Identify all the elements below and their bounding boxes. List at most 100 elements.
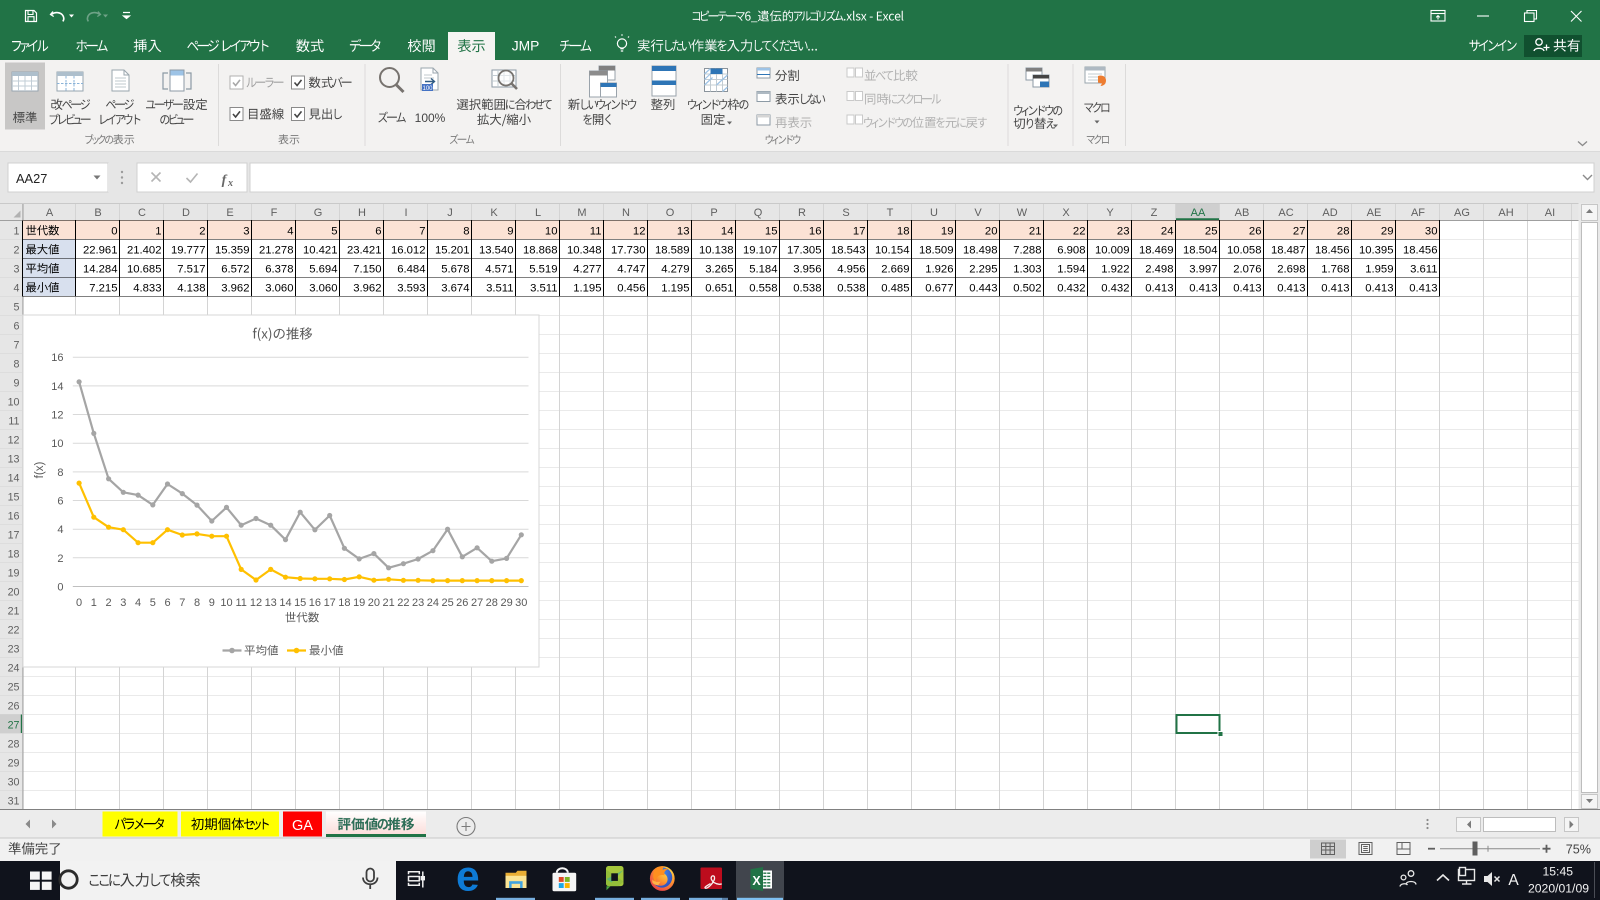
svg-text:V: V <box>974 207 982 219</box>
svg-text:22: 22 <box>1073 226 1086 238</box>
svg-text:1.195: 1.195 <box>661 283 689 295</box>
svg-text:0.538: 0.538 <box>837 283 865 295</box>
svg-text:A: A <box>1508 872 1519 889</box>
svg-text:24: 24 <box>1161 226 1174 238</box>
svg-text:3.060: 3.060 <box>309 283 337 295</box>
svg-text:14.284: 14.284 <box>83 264 118 276</box>
svg-text:G: G <box>314 207 323 219</box>
svg-text:0.558: 0.558 <box>749 283 777 295</box>
svg-text:K: K <box>490 207 498 219</box>
svg-text:0.677: 0.677 <box>925 283 953 295</box>
svg-text:12: 12 <box>250 597 262 609</box>
svg-text:15.201: 15.201 <box>435 245 470 257</box>
svg-text:29: 29 <box>1381 226 1394 238</box>
svg-text:7: 7 <box>419 226 425 238</box>
svg-text:23.421: 23.421 <box>347 245 382 257</box>
svg-text:16: 16 <box>51 352 63 364</box>
svg-text:3.511: 3.511 <box>530 283 557 295</box>
svg-text:1: 1 <box>14 225 20 237</box>
svg-text:N: N <box>622 207 630 219</box>
svg-text:D: D <box>182 207 190 219</box>
svg-text:25: 25 <box>1205 226 1218 238</box>
svg-text:19: 19 <box>353 597 365 609</box>
svg-text:0.413: 0.413 <box>1365 283 1393 295</box>
svg-text:17: 17 <box>324 597 336 609</box>
svg-text:21: 21 <box>382 597 394 609</box>
svg-text:21: 21 <box>8 605 20 617</box>
svg-text:Q: Q <box>754 207 763 219</box>
svg-text:x: x <box>227 178 233 189</box>
svg-text:28: 28 <box>486 597 498 609</box>
svg-text:21: 21 <box>1029 226 1042 238</box>
svg-text:0: 0 <box>57 582 63 594</box>
svg-text:13: 13 <box>8 453 20 465</box>
svg-text:2: 2 <box>106 597 112 609</box>
svg-text:2.669: 2.669 <box>881 264 909 276</box>
svg-text:27: 27 <box>1293 226 1306 238</box>
svg-text:4: 4 <box>14 282 20 294</box>
svg-text:10: 10 <box>51 438 63 450</box>
svg-text:4.833: 4.833 <box>133 283 161 295</box>
svg-text:X: X <box>752 874 761 888</box>
svg-text:2.698: 2.698 <box>1277 264 1305 276</box>
svg-text:4.571: 4.571 <box>485 264 513 276</box>
svg-text:0.485: 0.485 <box>881 283 909 295</box>
svg-text:W: W <box>1017 207 1028 219</box>
svg-text:AF: AF <box>1411 207 1425 219</box>
svg-text:B: B <box>94 207 101 219</box>
svg-text:0.538: 0.538 <box>793 283 821 295</box>
svg-text:AI: AI <box>1545 207 1555 219</box>
svg-text:18: 18 <box>338 597 350 609</box>
svg-text:L: L <box>535 207 541 219</box>
svg-text:8: 8 <box>57 467 63 479</box>
svg-text:2.295: 2.295 <box>969 264 997 276</box>
svg-text:F: F <box>271 207 278 219</box>
svg-text:U: U <box>930 207 938 219</box>
svg-text:J: J <box>447 207 453 219</box>
svg-text:7.288: 7.288 <box>1013 245 1041 257</box>
svg-text:7: 7 <box>14 339 20 351</box>
svg-text:8: 8 <box>463 226 469 238</box>
svg-text:26: 26 <box>8 700 20 712</box>
svg-text:7.150: 7.150 <box>353 264 381 276</box>
svg-text:18: 18 <box>8 548 20 560</box>
svg-text:5: 5 <box>14 301 20 313</box>
svg-text:6.484: 6.484 <box>397 264 425 276</box>
svg-text:1.926: 1.926 <box>925 264 953 276</box>
svg-text:5.678: 5.678 <box>441 264 469 276</box>
svg-text:10.154: 10.154 <box>875 245 910 257</box>
svg-text:O: O <box>666 207 675 219</box>
svg-text:0.443: 0.443 <box>969 283 997 295</box>
svg-text:10.395: 10.395 <box>1359 245 1394 257</box>
svg-text:1.922: 1.922 <box>1101 264 1129 276</box>
svg-text:15: 15 <box>8 491 20 503</box>
svg-text:23: 23 <box>8 643 20 655</box>
svg-text:12: 12 <box>51 410 63 422</box>
svg-text:0.456: 0.456 <box>617 283 645 295</box>
svg-text:3.956: 3.956 <box>793 264 821 276</box>
svg-text:6: 6 <box>375 226 381 238</box>
svg-text:11: 11 <box>590 226 602 238</box>
svg-text:18.543: 18.543 <box>831 245 866 257</box>
svg-text:29: 29 <box>500 597 512 609</box>
svg-text:3: 3 <box>14 263 20 275</box>
svg-text:21.278: 21.278 <box>259 245 294 257</box>
svg-text:2: 2 <box>199 226 205 238</box>
svg-text:4: 4 <box>135 597 141 609</box>
svg-text:2: 2 <box>14 244 20 256</box>
svg-text:3: 3 <box>243 226 249 238</box>
svg-text:JMP: JMP <box>512 39 540 54</box>
svg-text:3.611: 3.611 <box>1410 264 1437 276</box>
svg-text:26: 26 <box>1249 226 1262 238</box>
svg-text:28: 28 <box>1337 226 1350 238</box>
svg-text:AB: AB <box>1235 207 1250 219</box>
svg-text:2: 2 <box>57 553 63 565</box>
svg-text:S: S <box>842 207 849 219</box>
svg-text:17.730: 17.730 <box>611 245 646 257</box>
svg-text:15.359: 15.359 <box>215 245 250 257</box>
svg-text:3.962: 3.962 <box>353 283 381 295</box>
svg-text:6: 6 <box>57 496 63 508</box>
svg-text:17: 17 <box>8 529 20 541</box>
svg-text:1.768: 1.768 <box>1321 264 1349 276</box>
svg-text:4.138: 4.138 <box>177 283 205 295</box>
